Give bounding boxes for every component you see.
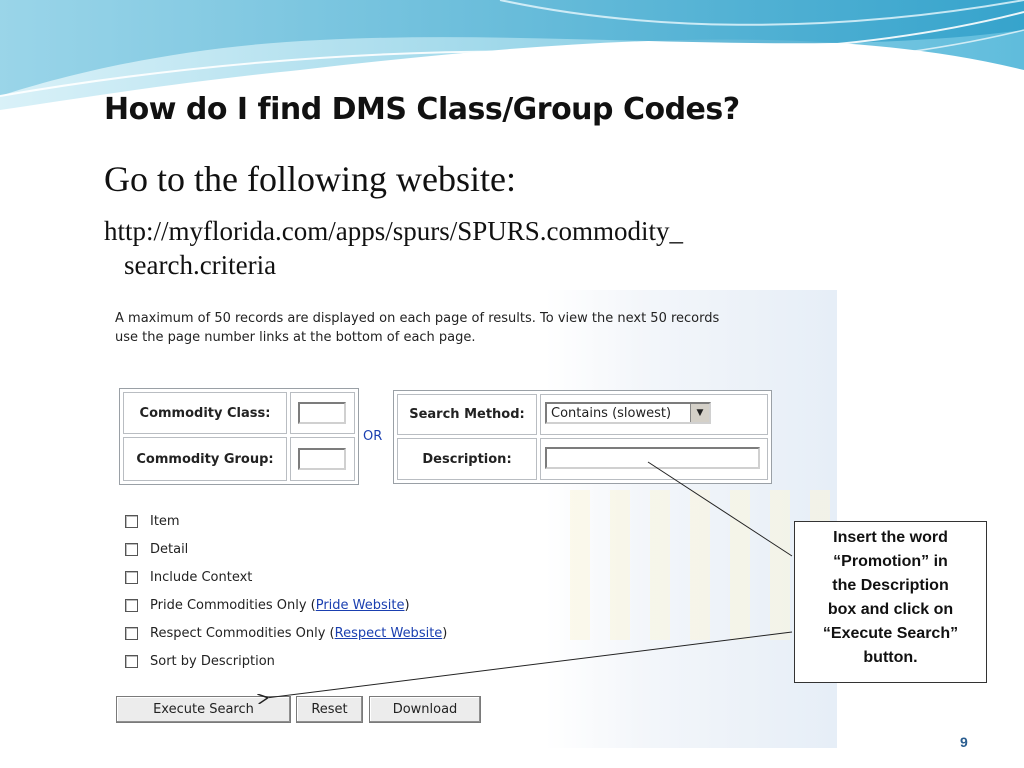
class-group-table: Commodity Class: Commodity Group:	[119, 388, 359, 485]
option-sort-by-description[interactable]: Sort by Description	[125, 651, 275, 671]
include-context-checkbox[interactable]	[125, 570, 138, 584]
commodity-group-label: Commodity Group:	[123, 437, 287, 481]
callout-line: button.	[863, 649, 918, 666]
callout-line: box and click on	[827, 601, 954, 618]
url-line-1: http://myflorida.com/apps/spurs/SPURS.co…	[104, 216, 684, 246]
pride-website-link[interactable]: Pride Website	[316, 598, 405, 613]
option-include-context[interactable]: Include Context	[125, 567, 252, 587]
callout-line: Insert the word	[833, 529, 948, 546]
option-label: Pride Commodities Only (	[150, 597, 316, 613]
respect-commodities-checkbox[interactable]	[125, 626, 138, 640]
callout-line: “Execute Search”	[822, 625, 959, 642]
option-label: Respect Commodities Only (	[150, 625, 335, 641]
commodity-class-label: Commodity Class:	[123, 392, 287, 434]
option-detail[interactable]: Detail	[125, 539, 188, 559]
option-respect-commodities[interactable]: Respect Commodities Only (Respect Websit…	[125, 623, 447, 643]
slide-subtitle: Go to the following website:	[104, 159, 516, 199]
search-method-label: Search Method:	[397, 394, 537, 435]
commodity-group-input[interactable]	[298, 448, 346, 470]
detail-checkbox[interactable]	[125, 542, 138, 556]
download-button[interactable]: Download	[369, 696, 481, 723]
execute-search-button[interactable]: Execute Search	[116, 696, 291, 723]
option-pride-commodities[interactable]: Pride Commodities Only (Pride Website)	[125, 595, 410, 615]
url-line-2: search.criteria	[124, 250, 277, 280]
option-item[interactable]: Item	[125, 511, 180, 531]
search-method-value: Contains (slowest)	[551, 405, 672, 421]
description-label: Description:	[397, 438, 537, 480]
option-suffix: )	[442, 625, 448, 641]
item-checkbox[interactable]	[125, 514, 138, 528]
reset-button[interactable]: Reset	[296, 696, 363, 723]
or-label: OR	[363, 429, 383, 444]
notice-line-2: use the page number links at the bottom …	[115, 330, 476, 345]
search-form-screenshot: A maximum of 50 records are displayed on…	[70, 290, 837, 748]
commodity-class-input[interactable]	[298, 402, 346, 424]
option-label: Include Context	[150, 569, 253, 585]
callout-line: “Promotion” in	[833, 553, 948, 570]
option-label: Detail	[150, 541, 189, 557]
description-input[interactable]	[545, 447, 760, 469]
notice-line-1: A maximum of 50 records are displayed on…	[115, 311, 720, 326]
url-text: http://myflorida.com/apps/spurs/SPURS.co…	[104, 214, 934, 282]
records-notice: A maximum of 50 records are displayed on…	[115, 309, 815, 347]
option-label: Sort by Description	[150, 653, 275, 669]
chevron-down-icon[interactable]: ▼	[690, 404, 709, 422]
respect-website-link[interactable]: Respect Website	[335, 626, 443, 641]
page-number: 9	[960, 734, 968, 750]
pride-commodities-checkbox[interactable]	[125, 598, 138, 612]
instruction-callout: Insert the word “Promotion” in the Descr…	[794, 521, 987, 683]
search-method-select[interactable]: Contains (slowest) ▼	[545, 402, 711, 424]
sort-by-description-checkbox[interactable]	[125, 654, 138, 668]
callout-line: the Description	[832, 577, 949, 594]
option-label: Item	[150, 513, 180, 529]
slide-title: How do I find DMS Class/Group Codes?	[104, 92, 740, 127]
option-suffix: )	[404, 597, 410, 613]
